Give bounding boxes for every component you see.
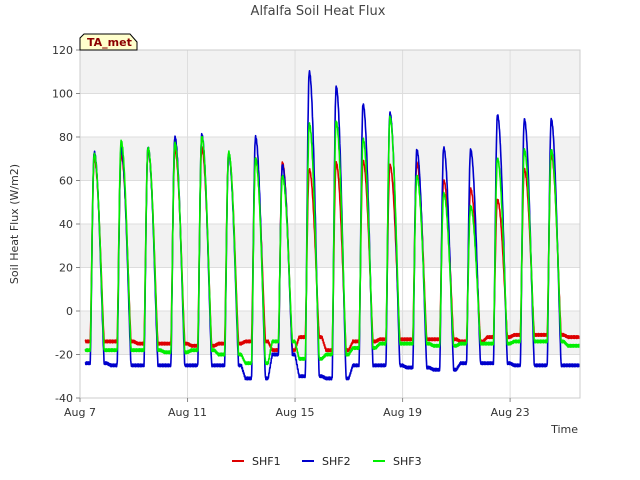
y-tick-label: 120 [52,44,73,57]
y-tick-label: 40 [59,218,73,231]
x-axis-ticks: Aug 7 Aug 11 Aug 15 Aug 19 Aug 23 [64,398,530,419]
plot-band [80,50,580,94]
y-tick-label: -40 [55,392,73,405]
x-tick-label: Aug 7 [64,406,96,419]
annotation-badge: TA_met [79,33,138,51]
plot-band [80,137,580,181]
y-tick-label: 60 [59,175,73,188]
legend-label-shf3: SHF3 [393,455,422,468]
y-tick-label: 0 [66,305,73,318]
soil-heat-flux-chart: Alfalfa Soil Heat Flux -40 -20 0 20 40 60 80 10… [8,4,581,468]
x-tick-label: Aug 19 [383,406,422,419]
chart-title: Alfalfa Soil Heat Flux [251,4,386,19]
y-tick-label: 80 [59,131,73,144]
y-tick-label: 100 [52,88,73,101]
x-tick-label: Aug 11 [168,406,207,419]
y-tick-label: 20 [59,262,73,275]
y-axis-label: Soil Heat Flux (W/m2) [8,164,21,284]
legend: SHF1 SHF2 SHF3 [232,455,422,468]
x-axis-label: Time [550,423,578,436]
plot-band [80,311,580,355]
x-tick-label: Aug 23 [491,406,530,419]
y-axis-ticks: -40 -20 0 20 40 60 80 100 120 [52,44,80,405]
annotation-label: TA_met [87,36,132,49]
legend-label-shf1: SHF1 [252,455,281,468]
x-tick-label: Aug 15 [276,406,315,419]
legend-label-shf2: SHF2 [322,455,351,468]
y-tick-label: -20 [55,349,73,362]
